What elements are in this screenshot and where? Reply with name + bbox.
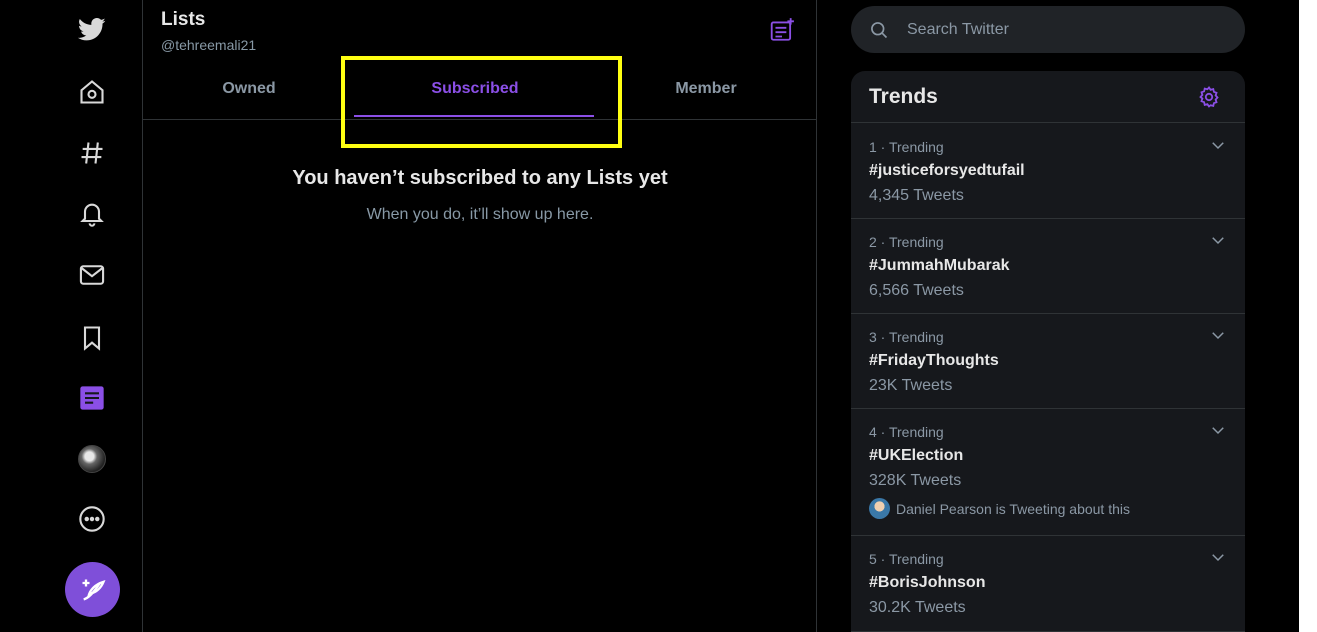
trend-name[interactable]: #UKElection <box>869 447 963 465</box>
active-tab-indicator <box>354 115 594 117</box>
sidebar-nav <box>62 0 122 632</box>
trend-count: 23K Tweets <box>869 377 953 394</box>
nav-bookmarks[interactable] <box>74 320 110 356</box>
gear-icon[interactable] <box>1197 85 1221 109</box>
trend-item[interactable]: 3 · Trending #FridayThoughts 23K Tweets <box>851 314 1245 409</box>
trend-item[interactable]: 5 · Trending #BorisJohnson 30.2K Tweets <box>851 536 1245 632</box>
trend-item[interactable]: 2 · Trending #JummahMubarak 6,566 Tweets <box>851 219 1245 314</box>
trends-title: Trends <box>869 85 938 108</box>
avatar <box>869 498 890 519</box>
search-input[interactable] <box>907 20 1207 39</box>
tab-subscribed[interactable]: Subscribed <box>355 58 595 120</box>
search-icon <box>871 21 888 38</box>
nav-lists[interactable] <box>74 380 110 416</box>
trend-meta: 3 · Trending <box>869 329 944 345</box>
chevron-down-icon[interactable] <box>1209 136 1227 154</box>
lists-column: Lists @tehreemali21 Owned Subscribed Mem… <box>142 0 817 632</box>
trend-name[interactable]: #FridayThoughts <box>869 352 999 370</box>
trend-count: 6,566 Tweets <box>869 282 964 299</box>
trend-context: Daniel Pearson is Tweeting about this <box>869 498 1130 519</box>
trend-count: 328K Tweets <box>869 472 962 489</box>
tab-member[interactable]: Member <box>595 58 817 120</box>
trend-count: 30.2K Tweets <box>869 599 966 616</box>
app-window: Lists @tehreemali21 Owned Subscribed Mem… <box>0 0 1317 632</box>
avatar <box>78 445 106 473</box>
home-icon <box>80 80 104 104</box>
empty-state-title: You haven’t subscribed to any Lists yet <box>292 167 668 189</box>
search-box <box>851 6 1245 53</box>
nav-explore[interactable] <box>74 135 110 171</box>
empty-state-subtitle: When you do, it’ll show up here. <box>366 206 594 223</box>
lists-tabs: Owned Subscribed Member <box>143 58 817 120</box>
twitter-logo-link[interactable] <box>74 11 110 47</box>
bird-icon <box>78 18 106 41</box>
trend-context-text: Daniel Pearson is Tweeting about this <box>896 500 1130 517</box>
new-list-icon <box>770 18 794 41</box>
bookmark-icon <box>83 326 101 351</box>
trend-meta: 1 · Trending <box>869 139 944 155</box>
window-edge <box>1299 0 1317 632</box>
new-list-button[interactable] <box>767 16 797 44</box>
lists-header: Lists @tehreemali21 <box>143 0 817 56</box>
trend-item[interactable]: 1 · Trending #justiceforsyedtufail 4,345… <box>851 124 1245 219</box>
chevron-down-icon[interactable] <box>1209 548 1227 566</box>
trend-name[interactable]: #justiceforsyedtufail <box>869 162 1025 180</box>
chevron-down-icon[interactable] <box>1209 231 1227 249</box>
nav-home[interactable] <box>74 74 110 110</box>
hashtag-icon <box>81 142 103 164</box>
trends-header: Trends <box>851 71 1245 123</box>
user-handle: @tehreemali21 <box>161 37 257 53</box>
chevron-down-icon[interactable] <box>1209 326 1227 344</box>
trends-panel: Trends 1 · Trending #justiceforsyedtufai… <box>851 71 1245 632</box>
nav-notifications[interactable] <box>74 196 110 232</box>
nav-more[interactable] <box>74 501 110 537</box>
envelope-icon <box>79 265 105 285</box>
trend-meta: 2 · Trending <box>869 234 944 250</box>
trend-count: 4,345 Tweets <box>869 187 964 204</box>
trend-name[interactable]: #BorisJohnson <box>869 574 985 592</box>
trend-meta: 5 · Trending <box>869 551 944 567</box>
nav-profile[interactable] <box>74 441 110 477</box>
more-icon <box>79 506 105 532</box>
bell-icon <box>80 203 104 227</box>
tweet-button[interactable] <box>65 562 120 617</box>
compose-tweet-icon <box>82 579 105 600</box>
page-title: Lists <box>161 9 206 30</box>
nav-messages[interactable] <box>74 257 110 293</box>
trend-meta: 4 · Trending <box>869 424 944 440</box>
chevron-down-icon[interactable] <box>1209 421 1227 439</box>
list-icon <box>80 386 104 410</box>
trend-name[interactable]: #JummahMubarak <box>869 257 1010 275</box>
trend-item[interactable]: 4 · Trending #UKElection 328K Tweets Dan… <box>851 409 1245 536</box>
tab-owned[interactable]: Owned <box>143 58 355 120</box>
